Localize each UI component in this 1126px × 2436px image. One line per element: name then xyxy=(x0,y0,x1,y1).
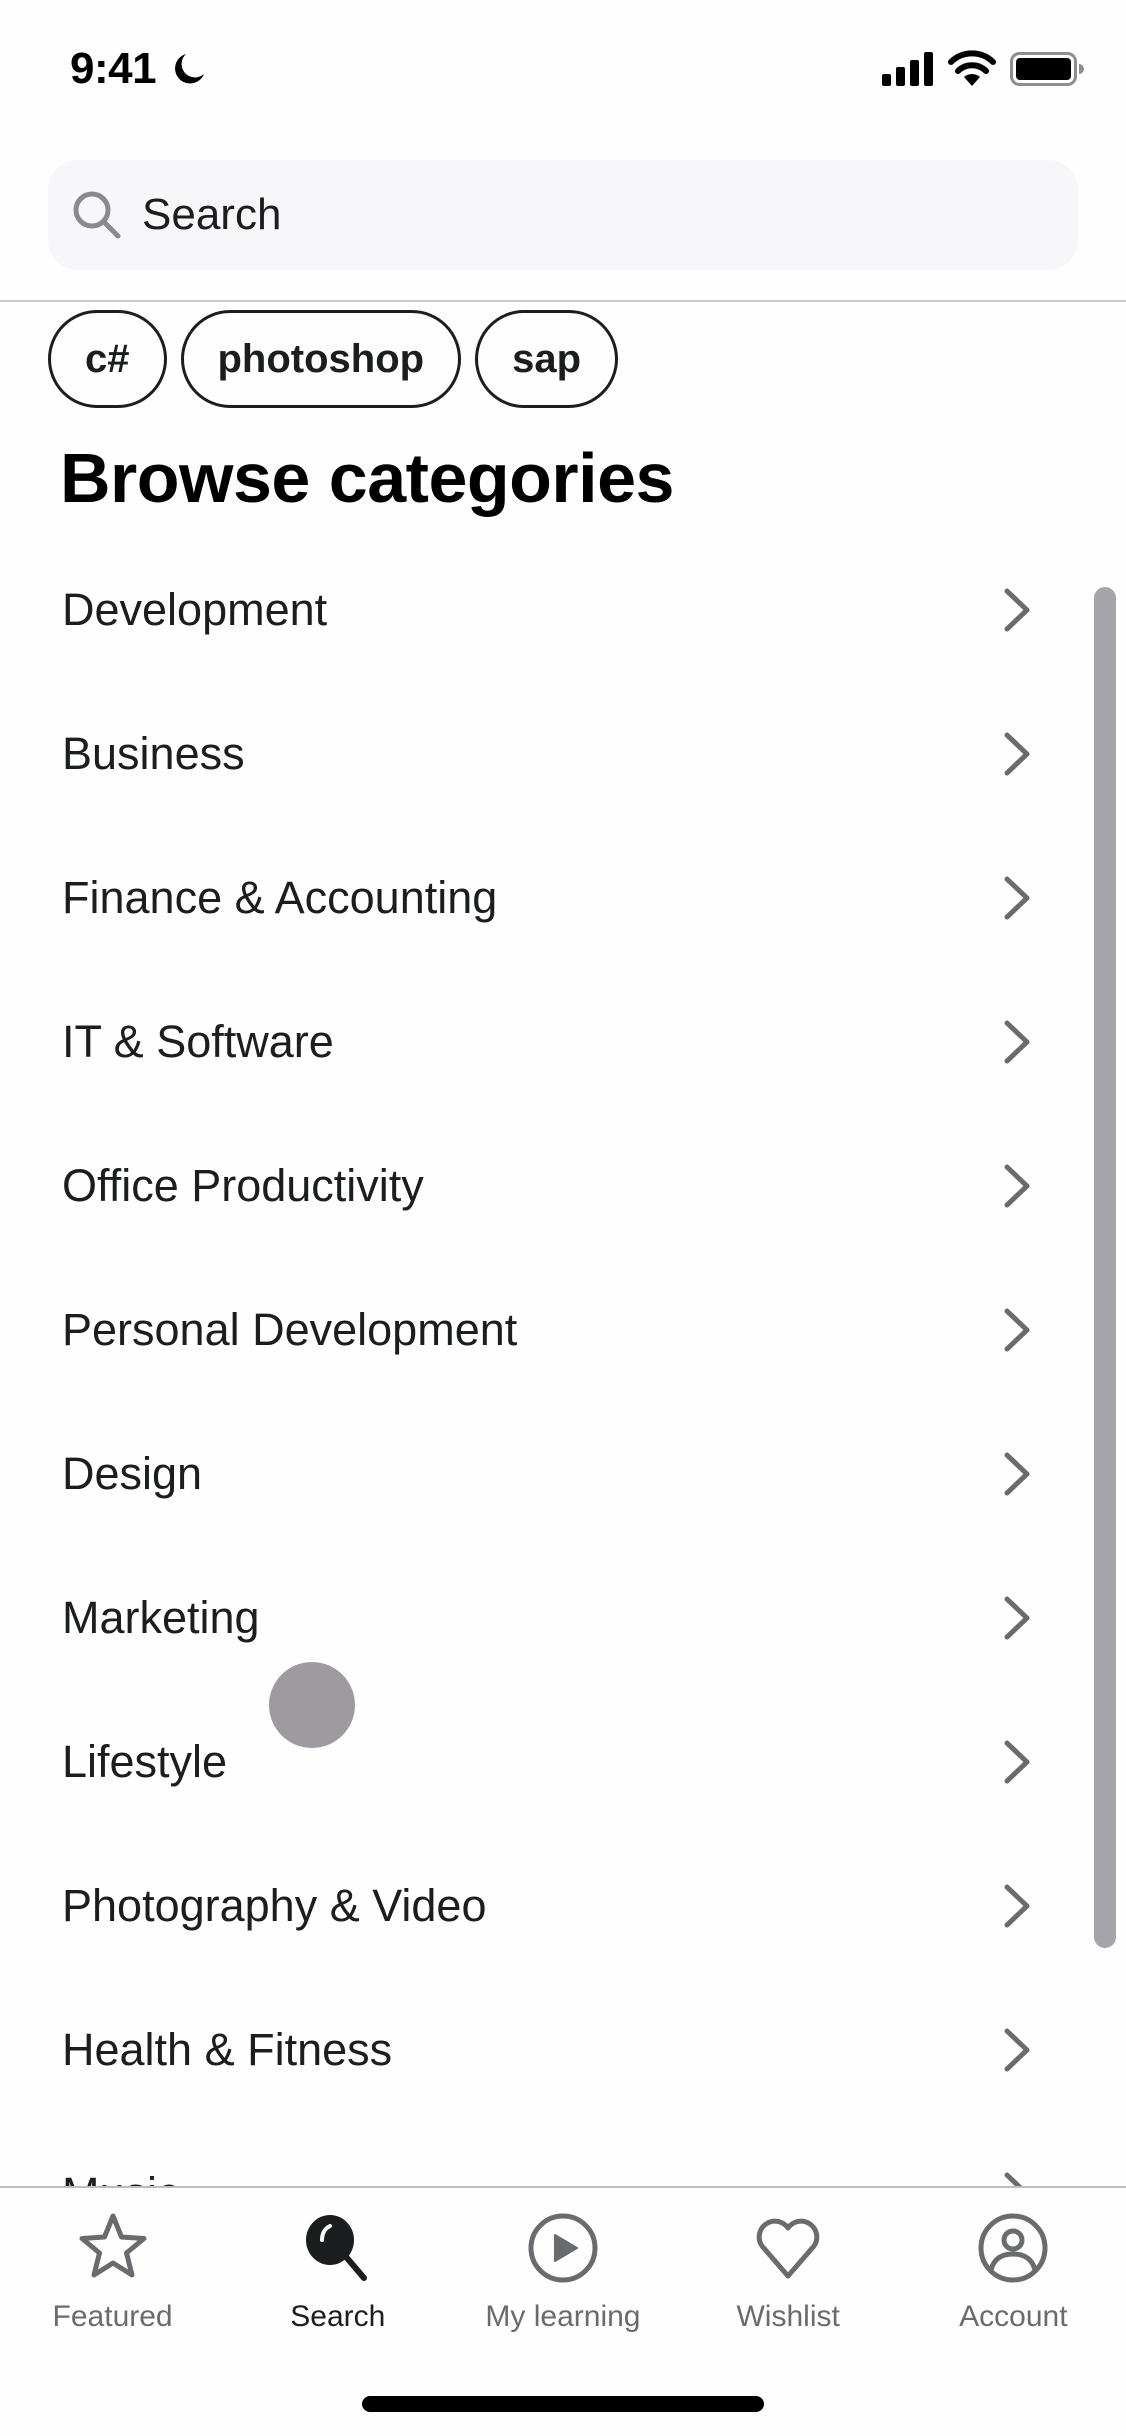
search-input[interactable] xyxy=(140,189,1024,241)
category-row[interactable]: Personal Development xyxy=(0,1258,1090,1402)
tab-label: Wishlist xyxy=(736,2300,840,2333)
chevron-right-icon xyxy=(1004,588,1030,632)
category-list: Development Business Finance & Accounting I… xyxy=(0,538,1126,2266)
chevron-right-icon xyxy=(1004,1164,1030,1208)
category-row[interactable]: Finance & Accounting xyxy=(0,826,1090,970)
page-title: Browse categories xyxy=(60,439,674,517)
category-row[interactable]: Business xyxy=(0,682,1090,826)
cellular-signal-icon xyxy=(882,52,933,86)
chevron-right-icon xyxy=(1004,1884,1030,1928)
tab-account[interactable]: Account xyxy=(901,2188,1126,2334)
category-label: Health & Fitness xyxy=(62,2024,393,2075)
category-label: IT & Software xyxy=(62,1016,334,1067)
category-row[interactable]: Photography & Video xyxy=(0,1834,1090,1978)
category-label: Marketing xyxy=(62,1592,260,1643)
tab-label: Search xyxy=(290,2300,386,2333)
star-icon xyxy=(79,2213,147,2278)
search-icon xyxy=(73,191,121,239)
category-label: Personal Development xyxy=(62,1304,518,1355)
recent-search-chip[interactable]: sap xyxy=(475,310,619,408)
tab-my-learning[interactable]: My learning xyxy=(450,2188,675,2334)
category-row[interactable]: Health & Fitness xyxy=(0,1978,1090,2122)
chevron-right-icon xyxy=(1004,1596,1030,1640)
category-row[interactable]: Marketing xyxy=(0,1546,1090,1690)
recent-search-chips: c# photoshop sap xyxy=(48,310,619,408)
category-label: Development xyxy=(62,584,328,635)
scrollbar[interactable] xyxy=(1094,587,1116,1948)
category-label: Finance & Accounting xyxy=(62,872,498,923)
search-icon xyxy=(305,2215,367,2281)
heart-icon xyxy=(756,2218,820,2279)
status-time: 9:41 xyxy=(70,44,157,93)
category-label: Office Productivity xyxy=(62,1160,424,1211)
category-row[interactable]: IT & Software xyxy=(0,970,1090,1114)
chevron-right-icon xyxy=(1004,1020,1030,1064)
chevron-right-icon xyxy=(1004,732,1030,776)
wifi-icon xyxy=(948,50,996,86)
tab-featured[interactable]: Featured xyxy=(0,2188,225,2334)
account-circle-icon xyxy=(978,2213,1048,2283)
category-row[interactable]: Design xyxy=(0,1402,1090,1546)
search-field[interactable] xyxy=(48,160,1078,270)
chevron-right-icon xyxy=(1004,1308,1030,1352)
recent-search-chip[interactable]: c# xyxy=(48,310,167,408)
touch-indicator xyxy=(269,1662,355,1748)
play-circle-icon xyxy=(528,2213,598,2283)
recent-search-chip[interactable]: photoshop xyxy=(180,310,462,408)
category-label: Lifestyle xyxy=(62,1736,228,1787)
tab-search[interactable]: Search xyxy=(225,2188,450,2334)
moon-icon xyxy=(175,54,204,84)
category-label: Photography & Video xyxy=(62,1880,487,1931)
tab-label: Account xyxy=(959,2300,1068,2333)
category-row[interactable]: Lifestyle xyxy=(0,1690,1090,1834)
header-divider xyxy=(0,300,1126,302)
chevron-right-icon xyxy=(1004,1452,1030,1496)
tab-wishlist[interactable]: Wishlist xyxy=(676,2188,901,2334)
chevron-right-icon xyxy=(1004,2028,1030,2072)
chevron-right-icon xyxy=(1004,876,1030,920)
chevron-right-icon xyxy=(1004,1740,1030,1784)
category-row[interactable]: Office Productivity xyxy=(0,1114,1090,1258)
tab-label: My learning xyxy=(485,2300,641,2333)
category-label: Design xyxy=(62,1448,203,1499)
tab-label: Featured xyxy=(52,2300,173,2333)
category-row[interactable]: Development xyxy=(0,538,1090,682)
battery-icon xyxy=(1010,52,1084,86)
category-label: Business xyxy=(62,728,245,779)
home-indicator[interactable] xyxy=(362,2396,764,2412)
